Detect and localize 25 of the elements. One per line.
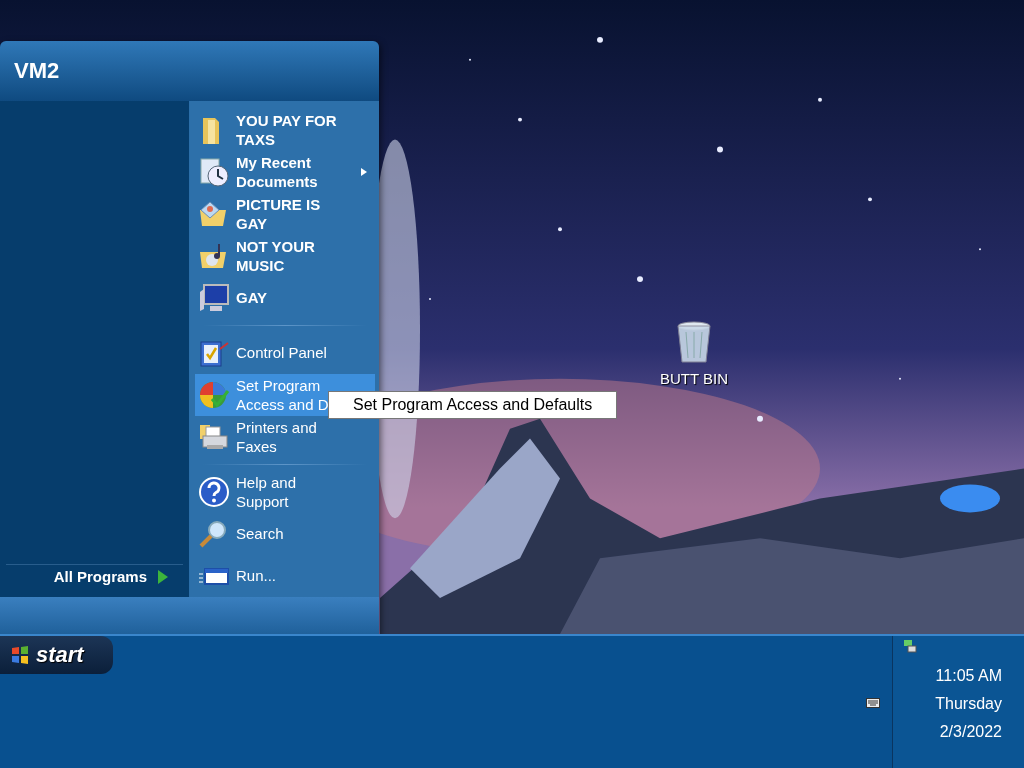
menu-item[interactable]: YOU PAY FOR TAXS [195,108,375,151]
menu-item[interactable]: Control Panel [195,331,375,374]
menu-item[interactable]: NOT YOUR MUSIC [195,234,375,277]
all-programs-label[interactable]: All Programs [53,568,147,586]
clock-document-icon [198,155,230,188]
all-programs-item[interactable]: All Programs [6,563,183,597]
menu-item[interactable]: My Recent Documents [195,150,375,193]
help-icon [198,475,230,508]
desktop-icon-label[interactable]: BUTT BIN [660,370,729,387]
computer-icon [198,281,230,314]
network-icon[interactable] [903,639,917,653]
windows-flag-icon [10,645,30,665]
clock-day: Thursday [935,690,1002,718]
user-name: VM2 [14,58,60,84]
tooltip: Set Program Access and Defaults [328,391,618,419]
keyboard-icon[interactable] [866,698,880,708]
menu-item[interactable]: PICTURE IS GAY [195,192,375,235]
menu-item[interactable]: Run... [195,554,375,597]
menu-item[interactable]: Help and Support [195,470,375,513]
menu-item[interactable]: GAY [195,276,375,319]
start-button[interactable]: start [0,636,113,674]
clock-date: 2/3/2022 [939,722,1002,742]
menu-item[interactable]: Search [195,512,375,555]
arrow-icon [157,568,169,585]
clock-time: 11:05 AM [935,666,1002,686]
